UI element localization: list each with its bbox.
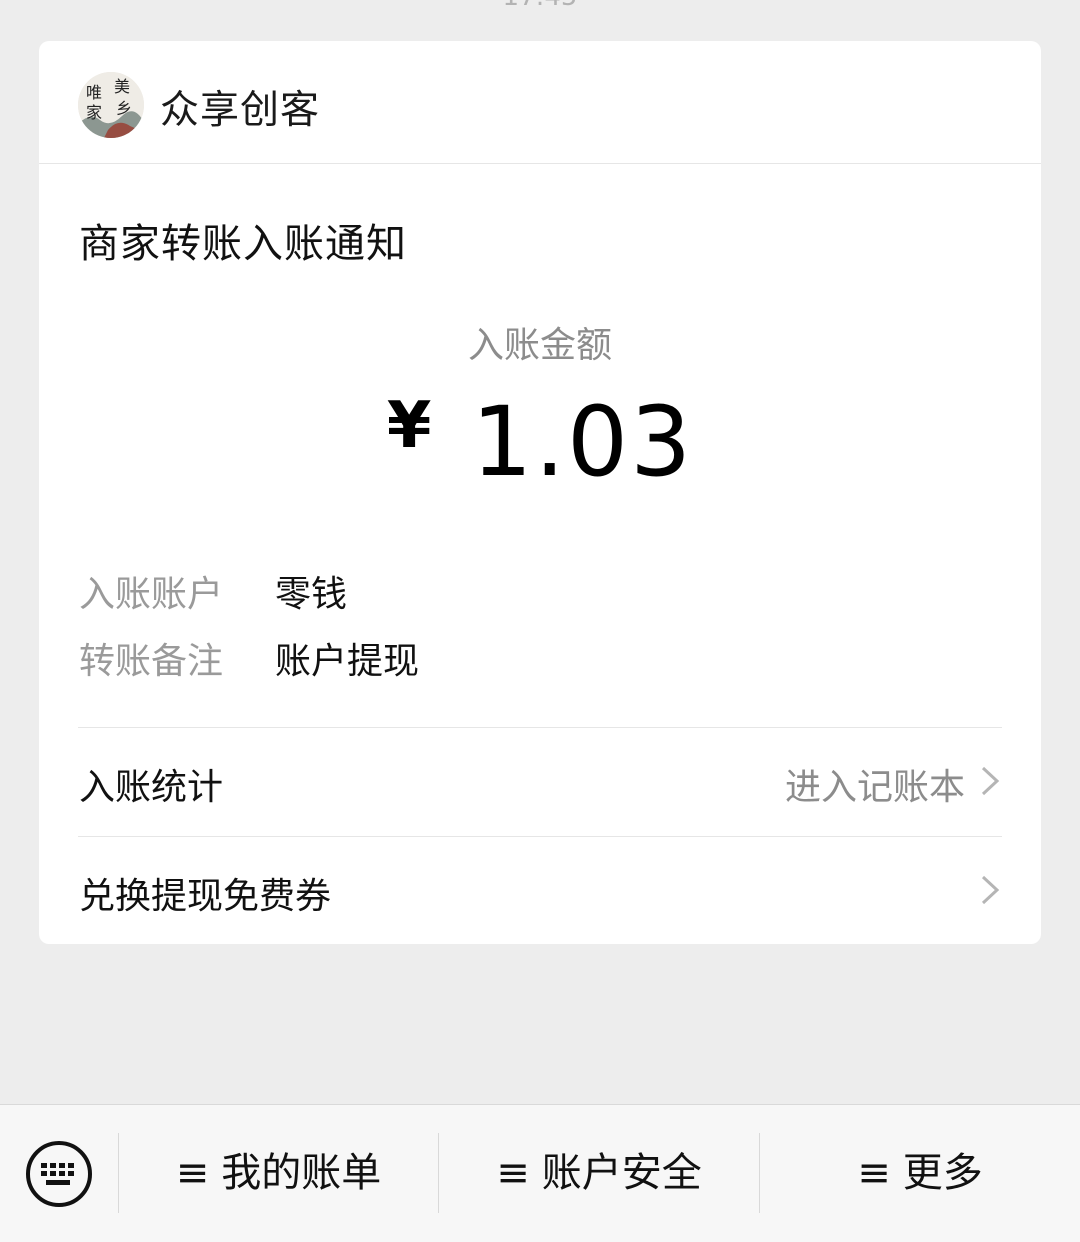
avatar-char-2: 美 <box>114 77 130 96</box>
income-stats-row[interactable]: 入账统计 进入记账本 <box>39 728 1041 836</box>
detail-label: 转账备注 <box>79 641 224 682</box>
sender-header[interactable]: 唯 美 家 乡 众享创客 <box>39 41 1041 164</box>
detail-label: 入账账户 <box>79 574 224 615</box>
income-stats-label: 入账统计 <box>79 767 224 808</box>
status-time: 17:45 <box>0 0 1080 12</box>
detail-value: 零钱 <box>275 574 348 615</box>
detail-value: 账户提现 <box>275 641 420 682</box>
avatar-char-3: 家 <box>86 103 102 122</box>
menu-label: 更多 <box>902 1150 983 1196</box>
coupon-row[interactable]: 兑换提现免费券 <box>39 837 1041 944</box>
avatar-char-4: 乡 <box>116 99 132 118</box>
avatar-artwork: 唯 美 家 乡 <box>78 72 144 138</box>
notice-title: 商家转账入账通知 <box>79 221 407 267</box>
menu-label: 我的账单 <box>221 1150 382 1196</box>
avatar-char-1: 唯 <box>86 83 102 102</box>
menu-account-security[interactable]: ≡ 账户安全 <box>439 1105 759 1242</box>
menu-list-icon: ≡ <box>857 1150 891 1196</box>
keyboard-icon[interactable] <box>24 1139 94 1209</box>
coupon-label: 兑换提现免费券 <box>79 876 332 917</box>
amount-label: 入账金额 <box>467 325 612 366</box>
currency-symbol: ¥ <box>386 389 432 463</box>
sender-name[interactable]: 众享创客 <box>160 79 320 135</box>
amount-row: ¥1.03 <box>39 386 1041 498</box>
chevron-right-icon <box>981 875 1000 905</box>
sender-avatar[interactable]: 唯 美 家 乡 <box>78 72 144 138</box>
menu-label: 账户安全 <box>541 1150 702 1196</box>
open-ledger-link[interactable]: 进入记账本 <box>785 758 965 810</box>
chevron-right-icon <box>981 766 1000 796</box>
notification-card: 唯 美 家 乡 众享创客 商家转账入账通知 入账金额 ¥1.03 入账账户 零钱… <box>39 41 1041 944</box>
menu-list-icon: ≡ <box>496 1150 530 1196</box>
menu-my-bills[interactable]: ≡ 我的账单 <box>119 1105 438 1242</box>
menu-more[interactable]: ≡ 更多 <box>760 1105 1080 1242</box>
amount-value: 1.03 <box>471 386 694 498</box>
menu-list-icon: ≡ <box>175 1150 210 1196</box>
bottom-menu-bar: ≡ 我的账单 ≡ 账户安全 ≡ 更多 <box>0 1104 1080 1242</box>
